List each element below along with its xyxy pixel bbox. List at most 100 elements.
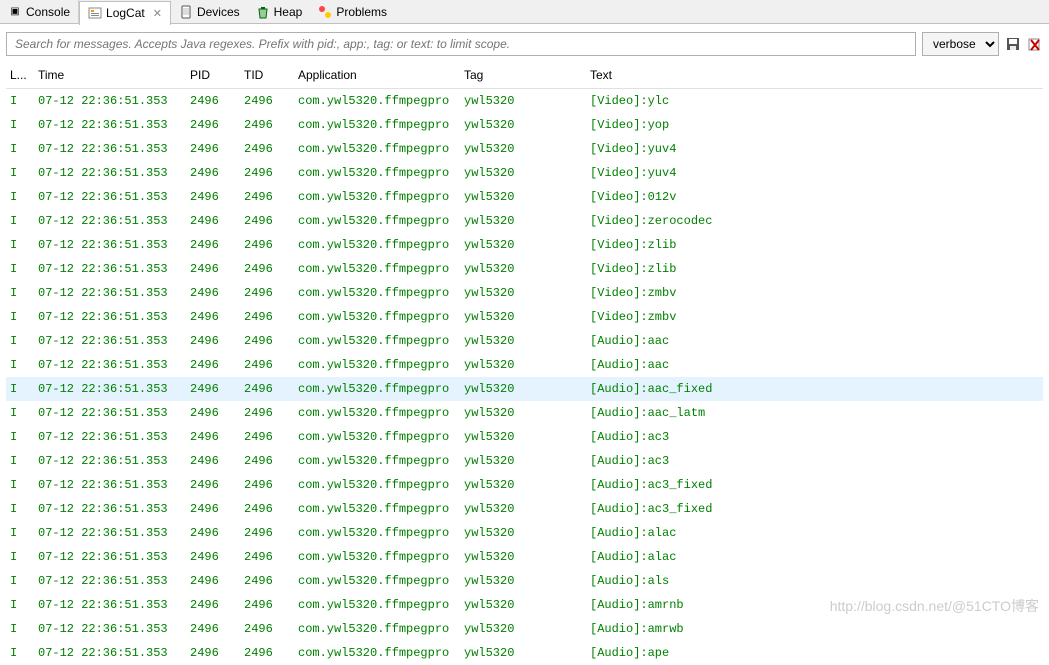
cell-text: [Video]:ylc [586,89,1043,114]
table-row[interactable]: I07-12 22:36:51.35324962496com.ywl5320.f… [6,233,1043,257]
cell-tid: 2496 [240,545,294,569]
table-row[interactable]: I07-12 22:36:51.35324962496com.ywl5320.f… [6,449,1043,473]
table-row[interactable]: I07-12 22:36:51.35324962496com.ywl5320.f… [6,377,1043,401]
cell-l: I [6,641,34,665]
cell-tid: 2496 [240,233,294,257]
cell-pid: 2496 [186,353,240,377]
tab-problems[interactable]: Problems [310,0,395,24]
tab-console[interactable]: ▣ Console [0,0,79,24]
col-tid-header[interactable]: TID [240,62,294,89]
col-app-header[interactable]: Application [294,62,460,89]
console-icon: ▣ [8,5,22,19]
table-row[interactable]: I07-12 22:36:51.35324962496com.ywl5320.f… [6,401,1043,425]
cell-pid: 2496 [186,233,240,257]
logcat-icon [88,6,102,20]
table-row[interactable]: I07-12 22:36:51.35324962496com.ywl5320.f… [6,521,1043,545]
table-row[interactable]: I07-12 22:36:51.35324962496com.ywl5320.f… [6,89,1043,114]
cell-app: com.ywl5320.ffmpegpro [294,257,460,281]
heap-icon [256,5,270,19]
table-row[interactable]: I07-12 22:36:51.35324962496com.ywl5320.f… [6,353,1043,377]
cell-tag: ywl5320 [460,113,586,137]
cell-tag: ywl5320 [460,353,586,377]
cell-tag: ywl5320 [460,641,586,665]
cell-app: com.ywl5320.ffmpegpro [294,473,460,497]
cell-time: 07-12 22:36:51.353 [34,89,186,114]
cell-pid: 2496 [186,137,240,161]
cell-text: [Video]:yuv4 [586,161,1043,185]
col-text-header[interactable]: Text [586,62,1043,89]
cell-tid: 2496 [240,185,294,209]
cell-app: com.ywl5320.ffmpegpro [294,521,460,545]
cell-tid: 2496 [240,497,294,521]
table-row[interactable]: I07-12 22:36:51.35324962496com.ywl5320.f… [6,545,1043,569]
cell-pid: 2496 [186,113,240,137]
tab-devices[interactable]: Devices [171,0,248,24]
cell-text: [Video]:zmbv [586,305,1043,329]
cell-app: com.ywl5320.ffmpegpro [294,401,460,425]
table-row[interactable]: I07-12 22:36:51.35324962496com.ywl5320.f… [6,425,1043,449]
cell-app: com.ywl5320.ffmpegpro [294,593,460,617]
clear-icon[interactable] [1027,36,1043,52]
table-row[interactable]: I07-12 22:36:51.35324962496com.ywl5320.f… [6,185,1043,209]
table-row[interactable]: I07-12 22:36:51.35324962496com.ywl5320.f… [6,281,1043,305]
table-row[interactable]: I07-12 22:36:51.35324962496com.ywl5320.f… [6,137,1043,161]
cell-pid: 2496 [186,161,240,185]
cell-tid: 2496 [240,329,294,353]
cell-l: I [6,425,34,449]
cell-tag: ywl5320 [460,401,586,425]
cell-tag: ywl5320 [460,209,586,233]
cell-text: [Audio]:aac_fixed [586,377,1043,401]
col-pid-header[interactable]: PID [186,62,240,89]
cell-l: I [6,113,34,137]
table-header-row[interactable]: L... Time PID TID Application Tag Text [6,62,1043,89]
cell-l: I [6,401,34,425]
cell-app: com.ywl5320.ffmpegpro [294,641,460,665]
table-row[interactable]: I07-12 22:36:51.35324962496com.ywl5320.f… [6,257,1043,281]
cell-app: com.ywl5320.ffmpegpro [294,377,460,401]
save-icon[interactable] [1005,36,1021,52]
cell-text: [Video]:yuv4 [586,137,1043,161]
table-row[interactable]: I07-12 22:36:51.35324962496com.ywl5320.f… [6,497,1043,521]
cell-time: 07-12 22:36:51.353 [34,185,186,209]
table-row[interactable]: I07-12 22:36:51.35324962496com.ywl5320.f… [6,641,1043,665]
cell-tid: 2496 [240,305,294,329]
col-tag-header[interactable]: Tag [460,62,586,89]
close-icon[interactable]: ✕ [153,7,162,20]
search-input[interactable] [6,32,916,56]
cell-text: [Audio]:ac3 [586,449,1043,473]
cell-l: I [6,233,34,257]
cell-app: com.ywl5320.ffmpegpro [294,569,460,593]
cell-l: I [6,449,34,473]
cell-tid: 2496 [240,137,294,161]
table-row[interactable]: I07-12 22:36:51.35324962496com.ywl5320.f… [6,161,1043,185]
cell-time: 07-12 22:36:51.353 [34,593,186,617]
cell-tag: ywl5320 [460,377,586,401]
cell-tag: ywl5320 [460,473,586,497]
table-row[interactable]: I07-12 22:36:51.35324962496com.ywl5320.f… [6,473,1043,497]
table-row[interactable]: I07-12 22:36:51.35324962496com.ywl5320.f… [6,329,1043,353]
tab-label: Console [26,5,70,19]
cell-app: com.ywl5320.ffmpegpro [294,233,460,257]
col-level-header[interactable]: L... [6,62,34,89]
cell-tag: ywl5320 [460,545,586,569]
cell-time: 07-12 22:36:51.353 [34,569,186,593]
tab-heap[interactable]: Heap [248,0,311,24]
tab-label: Heap [274,5,303,19]
cell-time: 07-12 22:36:51.353 [34,305,186,329]
cell-tid: 2496 [240,425,294,449]
cell-l: I [6,521,34,545]
table-row[interactable]: I07-12 22:36:51.35324962496com.ywl5320.f… [6,569,1043,593]
cell-app: com.ywl5320.ffmpegpro [294,545,460,569]
col-time-header[interactable]: Time [34,62,186,89]
log-level-select[interactable]: verbose [922,32,999,56]
cell-time: 07-12 22:36:51.353 [34,521,186,545]
cell-tag: ywl5320 [460,521,586,545]
cell-pid: 2496 [186,497,240,521]
table-row[interactable]: I07-12 22:36:51.35324962496com.ywl5320.f… [6,113,1043,137]
table-row[interactable]: I07-12 22:36:51.35324962496com.ywl5320.f… [6,305,1043,329]
tab-logcat[interactable]: LogCat ✕ [79,1,171,25]
table-row[interactable]: I07-12 22:36:51.35324962496com.ywl5320.f… [6,209,1043,233]
cell-tid: 2496 [240,593,294,617]
cell-l: I [6,137,34,161]
cell-pid: 2496 [186,329,240,353]
